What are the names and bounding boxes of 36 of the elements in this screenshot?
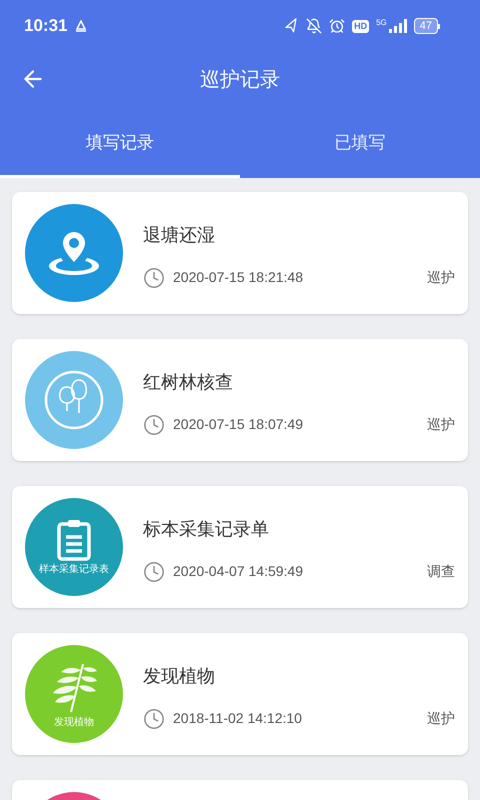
clipboard-icon	[57, 519, 91, 561]
notification-icon	[75, 20, 88, 32]
page-title: 巡护记录	[200, 68, 280, 93]
avatar-caption: 样本采集记录表	[39, 565, 109, 575]
battery-indicator: 47	[414, 18, 438, 34]
clock-time: 10:31	[24, 15, 68, 38]
signal-icon	[388, 19, 407, 33]
record-title: 退塘还湿	[143, 224, 216, 246]
clock-icon	[143, 560, 165, 582]
record-card[interactable]: 红树林核查 2020-07-15 18:07:49 巡护	[12, 339, 468, 461]
clock-icon	[143, 414, 165, 436]
bell-off-icon	[306, 18, 322, 34]
clock-icon	[143, 266, 165, 288]
alarm-icon	[329, 18, 346, 34]
hd-badge: HD	[352, 20, 370, 32]
record-card[interactable]: 退塘还湿 2020-07-15 18:21:48 巡护	[12, 192, 468, 314]
record-title: 红树林核查	[143, 370, 234, 394]
tab[interactable]: 填写记录	[0, 108, 240, 178]
record-title: 标本采集记录单	[143, 518, 270, 540]
trees-icon	[43, 369, 105, 431]
network-label: 5G	[376, 19, 387, 27]
record-tag: 调查	[427, 561, 455, 582]
record-title: 发现植物	[143, 664, 216, 688]
record-tag: 巡护	[427, 414, 455, 435]
record-time: 2020-04-07 14:59:49	[173, 562, 303, 581]
record-card[interactable]: 发现植物 发现植物 2018-11-02 14:12:10 巡护	[12, 633, 468, 755]
clock-icon	[143, 708, 165, 730]
avatar-caption: 发现植物	[54, 718, 94, 728]
location-pin-icon	[47, 230, 101, 276]
record-card[interactable]: 样本采集记录表 标本采集记录单 2020-04-07 14:59:49 调查	[12, 486, 468, 608]
record-time: 2020-07-15 18:07:49	[173, 415, 303, 434]
tab[interactable]: 已填写	[240, 108, 480, 178]
record-tag: 巡护	[427, 708, 455, 729]
record-time: 2018-11-02 14:12:10	[173, 709, 302, 728]
record-tag: 巡护	[427, 267, 455, 288]
record-time: 2020-07-15 18:21:48	[173, 268, 303, 287]
